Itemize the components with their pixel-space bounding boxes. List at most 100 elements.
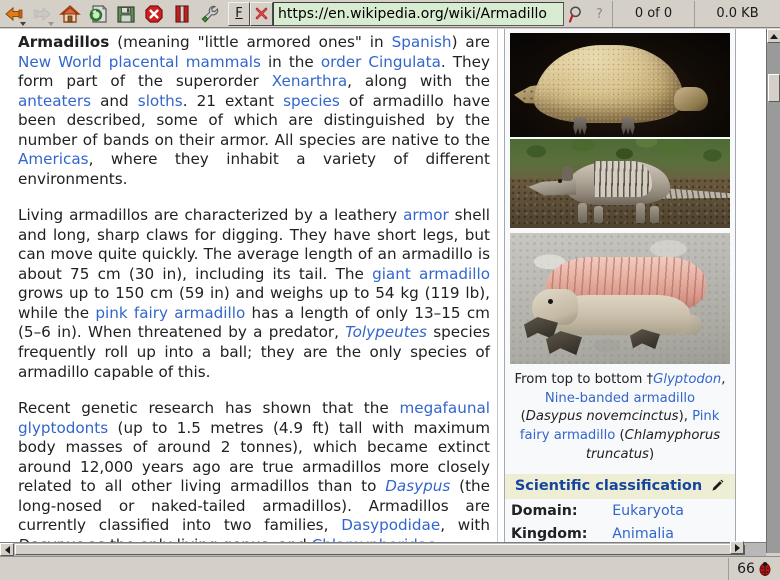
taxobox-caption: From top to bottom †Glyptodon, Nine-band… xyxy=(505,364,735,474)
text-run: in the xyxy=(260,52,321,71)
triangle-right-icon xyxy=(734,543,740,552)
paragraph-3: Recent genetic research has shown that t… xyxy=(18,399,490,553)
zoom-level-value: 66 xyxy=(737,560,755,577)
save-button[interactable] xyxy=(112,1,140,27)
glyptodon-photo[interactable] xyxy=(510,33,730,137)
zoom-level-indicator[interactable]: 66 xyxy=(728,557,780,580)
armadillo-leg xyxy=(650,206,659,223)
text-run: , xyxy=(721,372,726,387)
wiki-link[interactable]: Nine-banded armadillo xyxy=(545,391,695,406)
triangle-up-icon xyxy=(770,33,778,39)
classification-table: Domain: Eukaryota Kingdom: Animalia xyxy=(505,499,735,545)
horizontal-scroll-thumb[interactable] xyxy=(15,544,745,555)
text-run: (meaning "little armored ones" in xyxy=(109,33,392,51)
wiki-link[interactable]: Glyptodon xyxy=(653,372,721,387)
find-button[interactable]: F xyxy=(228,1,250,26)
text-run: . 21 extant xyxy=(182,91,284,110)
page-count-status: 0 of 0 xyxy=(612,0,694,27)
wiki-link[interactable]: anteaters xyxy=(18,92,91,110)
article-lead-term: Armadillos xyxy=(18,33,110,51)
back-button[interactable] xyxy=(0,1,28,27)
page-viewport[interactable]: Armadillos (meaning "little armored ones… xyxy=(0,29,766,553)
italic-text: Dasypus novemcinctus xyxy=(525,409,679,425)
pink-fairy-armadillo-photo[interactable] xyxy=(510,233,730,364)
rank-label: Domain: xyxy=(511,502,578,519)
bookmarks-button[interactable] xyxy=(168,1,196,27)
wiki-link[interactable]: species xyxy=(283,92,340,110)
rank-value[interactable]: Eukaryota xyxy=(606,499,735,522)
text-run: ( xyxy=(615,428,625,444)
wiki-link[interactable]: Xenarthra xyxy=(272,72,347,90)
status-bar: 66 xyxy=(0,541,780,580)
wiki-link[interactable]: sloths xyxy=(138,92,183,110)
wiki-link[interactable]: giant armadillo xyxy=(372,265,490,283)
column-divider xyxy=(497,29,498,553)
vertical-scrollbar[interactable] xyxy=(766,29,780,553)
scroll-up-button[interactable] xyxy=(767,29,780,43)
scroll-right-button[interactable] xyxy=(730,541,744,554)
text-run: From top to bottom † xyxy=(514,372,654,387)
question-mark-icon: ? xyxy=(596,7,603,22)
glyptodon-shell xyxy=(534,45,684,123)
text-run: Recent genetic research has shown that t… xyxy=(18,399,400,418)
address-bar-group: F ? xyxy=(228,1,612,27)
back-dropdown-caret[interactable] xyxy=(20,21,26,26)
nine-banded-armadillo-photo[interactable] xyxy=(510,139,730,228)
armadillo-leg xyxy=(636,203,645,223)
wiki-link[interactable]: armor xyxy=(403,206,449,224)
reload-button[interactable] xyxy=(84,1,112,27)
classification-table-body: Domain: Eukaryota Kingdom: Animalia xyxy=(505,499,735,545)
text-run: ) are xyxy=(451,33,490,51)
book-icon xyxy=(175,4,189,23)
wiki-link[interactable]: Dasypus xyxy=(385,477,450,495)
armadillo-leg xyxy=(594,206,603,223)
wiki-link[interactable]: pink fairy armadillo xyxy=(95,304,245,322)
wiki-link[interactable]: Americas xyxy=(18,150,89,168)
pencil-icon[interactable] xyxy=(710,478,725,493)
pinkfairy-eye xyxy=(548,299,553,304)
back-arrow-icon xyxy=(5,6,23,21)
url-input[interactable] xyxy=(273,1,564,26)
download-size-status: 0.0 KB xyxy=(694,0,780,27)
help-button[interactable]: ? xyxy=(589,2,612,26)
red-x-icon xyxy=(255,7,268,20)
find-button-label: F xyxy=(235,6,243,21)
scroll-left-button[interactable] xyxy=(0,543,14,556)
wrench-icon xyxy=(201,5,219,23)
taxobox-images xyxy=(505,29,735,364)
vertical-scroll-thumb[interactable] xyxy=(768,74,780,102)
text-run: ), xyxy=(678,409,693,425)
paragraph-2: Living armadillos are characterized by a… xyxy=(18,206,490,382)
paragraph-1: Armadillos (meaning "little armored ones… xyxy=(18,33,490,189)
magnifier-icon xyxy=(568,5,581,23)
home-button[interactable] xyxy=(56,1,84,27)
text-run: Living armadillos are characterized by a… xyxy=(18,206,404,225)
wiki-link[interactable]: Tolypeutes xyxy=(345,323,427,341)
forward-dropdown-caret[interactable] xyxy=(48,21,54,26)
forward-button[interactable] xyxy=(28,1,56,27)
armadillo-leg xyxy=(578,203,587,223)
wiki-link[interactable]: order Cingulata xyxy=(321,53,441,71)
home-icon xyxy=(59,4,81,23)
browser-toolbar: F ? 0 of 0 0.0 KB xyxy=(0,0,780,28)
tools-button[interactable] xyxy=(196,1,224,27)
ladybug-icon[interactable] xyxy=(758,561,772,576)
scientific-classification-header: Scientific classification xyxy=(505,473,735,499)
search-button[interactable] xyxy=(564,2,589,26)
stop-octagon-icon xyxy=(145,4,163,23)
armadillo-eye xyxy=(558,179,562,183)
svg-text:?: ? xyxy=(596,7,603,22)
reload-page-icon xyxy=(89,4,107,23)
wiki-link[interactable]: Spanish xyxy=(392,33,452,51)
close-page-button[interactable] xyxy=(250,1,273,26)
text-run: and xyxy=(91,91,138,110)
wiki-link[interactable]: New World placental mammals xyxy=(18,53,261,71)
forward-arrow-icon xyxy=(33,6,51,21)
stop-button[interactable] xyxy=(140,1,168,27)
armadillo-ear xyxy=(562,166,573,181)
wiki-link[interactable]: Dasypodidae xyxy=(341,516,440,534)
taxobox: From top to bottom †Glyptodon, Nine-band… xyxy=(504,29,736,546)
floppy-disk-icon xyxy=(117,5,135,23)
horizontal-scrollbar[interactable] xyxy=(0,542,766,556)
table-row: Domain: Eukaryota xyxy=(505,499,735,522)
